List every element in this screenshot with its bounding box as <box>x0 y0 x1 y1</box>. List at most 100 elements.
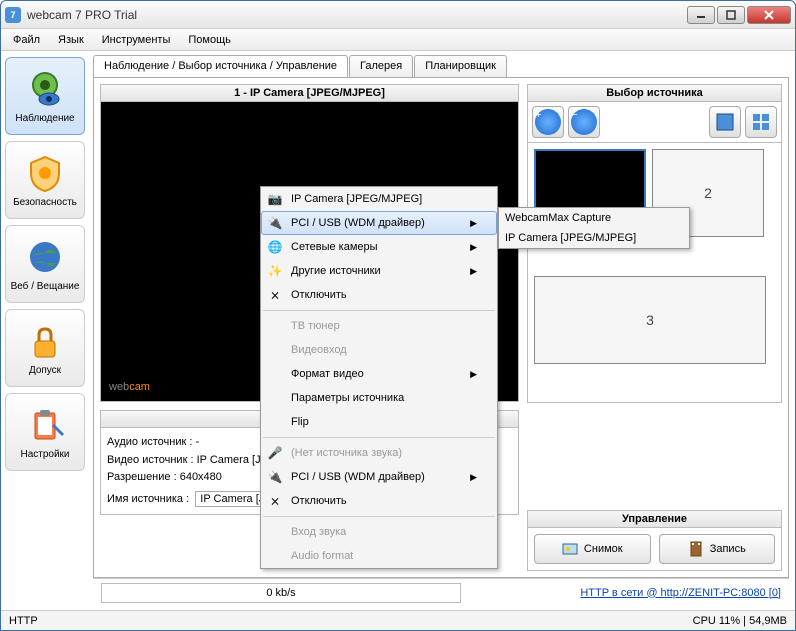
bottom-bar: 0 kb/s HTTP в сети @ http://ZENIT-PC:808… <box>93 578 789 606</box>
sidebar-item-label: Настройки <box>20 449 69 460</box>
audio-label: Аудио источник : <box>107 436 192 448</box>
clipboard-icon <box>25 405 65 445</box>
menu-file[interactable]: Файл <box>5 31 48 49</box>
cm-network-cams[interactable]: 🌐Сетевые камеры▶ <box>261 235 497 259</box>
sidebar-item-access[interactable]: Допуск <box>5 309 85 387</box>
disconnect-icon: ⨯ <box>267 287 283 303</box>
cm-webcammax[interactable]: WebcamMax Capture <box>499 208 689 228</box>
sidebar-item-settings[interactable]: Настройки <box>5 393 85 471</box>
camera-eye-icon <box>25 69 65 109</box>
status-protocol: HTTP <box>9 615 139 627</box>
single-view-icon <box>715 112 735 132</box>
sidebar: Наблюдение Безопасность Веб / Вещание До… <box>1 51 91 610</box>
window-buttons <box>687 6 791 24</box>
single-view-button[interactable] <box>709 106 741 138</box>
right-column: Выбор источника + − 2 <box>527 84 782 571</box>
window-title: webcam 7 PRO Trial <box>27 8 687 22</box>
minimize-button[interactable] <box>687 6 715 24</box>
context-menu-source: 📷IP Camera [JPEG/MJPEG] 🔌PCI / USB (WDM … <box>260 186 498 569</box>
cm-video-format[interactable]: Формат видео▶ <box>261 362 497 386</box>
maximize-button[interactable] <box>717 6 745 24</box>
sidebar-item-monitor[interactable]: Наблюдение <box>5 57 85 135</box>
chevron-right-icon: ▶ <box>450 472 477 483</box>
control-group: Управление Снимок Запись <box>527 510 782 571</box>
photo-icon <box>562 541 578 557</box>
cm-no-audio: 🎤(Нет источника звука) <box>261 441 497 465</box>
usb-icon: 🔌 <box>267 469 283 485</box>
cm-source-params[interactable]: Параметры источника <box>261 386 497 410</box>
context-submenu-devices: WebcamMax Capture IP Camera [JPEG/MJPEG] <box>498 207 690 249</box>
sidebar-item-security[interactable]: Безопасность <box>5 141 85 219</box>
disconnect-icon: ⨯ <box>267 493 283 509</box>
sidebar-item-label: Наблюдение <box>15 113 74 124</box>
mic-icon: 🎤 <box>267 445 283 461</box>
film-icon <box>688 541 704 557</box>
webcam-icon: 📷 <box>267 191 283 207</box>
menu-tools[interactable]: Инструменты <box>94 31 179 49</box>
tabs: Наблюдение / Выбор источника / Управлени… <box>93 55 789 77</box>
source-slot-3[interactable]: 3 <box>534 276 766 364</box>
cm-audio-input: Вход звука <box>261 520 497 544</box>
cm-other-sources[interactable]: ✨Другие источники▶ <box>261 259 497 283</box>
cm-audio-disconnect[interactable]: ⨯Отключить <box>261 489 497 513</box>
separator <box>263 437 495 438</box>
control-body: Снимок Запись <box>527 528 782 571</box>
chevron-right-icon: ▶ <box>450 266 477 277</box>
menu-language[interactable]: Язык <box>50 31 92 49</box>
source-toolbar: + − <box>527 102 782 143</box>
sidebar-item-label: Веб / Вещание <box>11 281 80 292</box>
cm-pci-usb[interactable]: 🔌PCI / USB (WDM драйвер)▶ <box>261 211 497 235</box>
cm-ip-camera[interactable]: 📷IP Camera [JPEG/MJPEG] <box>261 187 497 211</box>
tab-scheduler[interactable]: Планировщик <box>414 55 507 77</box>
menu-help[interactable]: Помощь <box>180 31 239 49</box>
sidebar-item-label: Безопасность <box>13 197 77 208</box>
record-button[interactable]: Запись <box>659 534 776 564</box>
usb-icon: 🔌 <box>267 215 283 231</box>
video-src-label: Видео источник : <box>107 454 194 466</box>
audio-value: - <box>195 436 199 448</box>
grid-view-button[interactable] <box>745 106 777 138</box>
watermark: webcam <box>109 377 150 393</box>
chevron-right-icon: ▶ <box>450 242 477 253</box>
cm-audio-pci-usb[interactable]: 🔌PCI / USB (WDM драйвер)▶ <box>261 465 497 489</box>
video-title: 1 - IP Camera [JPEG/MJPEG] <box>100 84 519 102</box>
shield-icon <box>25 153 65 193</box>
plus-icon: + <box>535 109 561 135</box>
network-icon: 🌐 <box>267 239 283 255</box>
remove-source-button[interactable]: − <box>568 106 600 138</box>
control-title: Управление <box>527 510 782 528</box>
cm-disconnect[interactable]: ⨯Отключить <box>261 283 497 307</box>
http-link[interactable]: HTTP в сети @ http://ZENIT-PC:8080 [0] <box>580 587 781 599</box>
titlebar: 7 webcam 7 PRO Trial <box>1 1 795 29</box>
resolution-label: Разрешение : <box>107 471 177 483</box>
sidebar-item-web[interactable]: Веб / Вещание <box>5 225 85 303</box>
snapshot-button[interactable]: Снимок <box>534 534 651 564</box>
globe-icon <box>25 237 65 277</box>
cm-audio-format: Audio format <box>261 544 497 568</box>
status-bar: HTTP CPU 11% | 54,9MB <box>1 610 795 630</box>
minus-icon: − <box>571 109 597 135</box>
transfer-speed: 0 kb/s <box>101 583 461 603</box>
separator <box>263 516 495 517</box>
cm-tv-tuner: ТВ тюнер <box>261 314 497 338</box>
cm-ipcam-device[interactable]: IP Camera [JPEG/MJPEG] <box>499 228 689 248</box>
grid-view-icon <box>751 112 771 132</box>
video-src-value: IP Camera [J <box>197 454 261 466</box>
cm-flip[interactable]: Flip <box>261 410 497 434</box>
source-grid: 2 3 <box>527 143 782 403</box>
resolution-value: 640x480 <box>180 471 222 483</box>
tab-gallery[interactable]: Галерея <box>349 55 413 77</box>
tab-monitoring[interactable]: Наблюдение / Выбор источника / Управлени… <box>93 55 348 77</box>
chevron-right-icon: ▶ <box>450 218 477 229</box>
app-icon: 7 <box>5 7 21 23</box>
status-cpu-mem: CPU 11% | 54,9MB <box>693 615 787 627</box>
close-button[interactable] <box>747 6 791 24</box>
add-source-button[interactable]: + <box>532 106 564 138</box>
lock-icon <box>25 321 65 361</box>
sparkle-icon: ✨ <box>267 263 283 279</box>
source-name-label: Имя источника : <box>107 493 189 505</box>
source-title: Выбор источника <box>527 84 782 102</box>
separator <box>263 310 495 311</box>
sidebar-item-label: Допуск <box>29 365 61 376</box>
menubar: Файл Язык Инструменты Помощь <box>1 29 795 51</box>
